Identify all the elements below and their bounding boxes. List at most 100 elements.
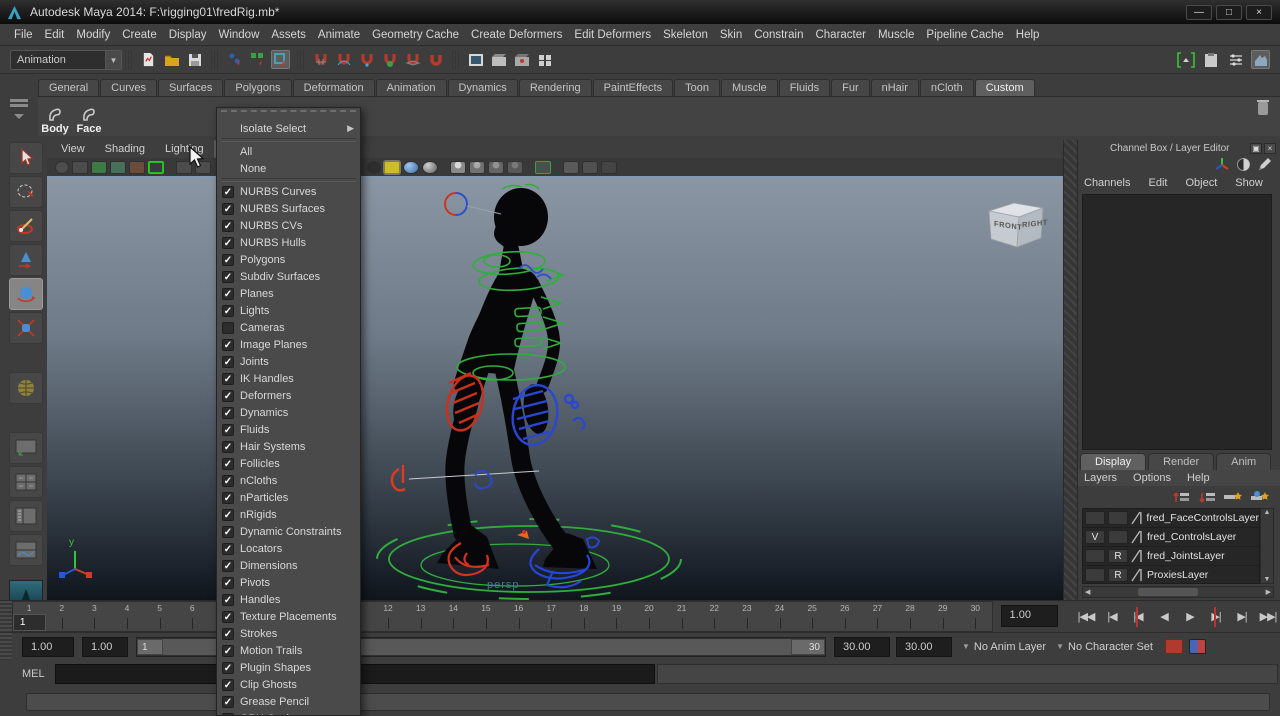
shelf-tab[interactable]: Dynamics — [448, 79, 518, 96]
checkbox-icon[interactable] — [222, 560, 234, 572]
checkbox-icon[interactable] — [222, 186, 234, 198]
use-all-lights-icon[interactable] — [450, 161, 466, 174]
menu-item[interactable]: Create — [116, 24, 163, 45]
checkbox-icon[interactable] — [222, 577, 234, 589]
layer-ramp-icon[interactable] — [1131, 511, 1144, 525]
range-grip[interactable] — [0, 633, 12, 660]
timeline-frame-cell[interactable]: 5 — [143, 602, 176, 631]
checkbox-icon[interactable] — [222, 509, 234, 521]
checkbox-icon[interactable] — [222, 288, 234, 300]
shelf-tab[interactable]: Fur — [831, 79, 870, 96]
select-object-icon[interactable] — [248, 50, 267, 69]
shelf-menu-toggle[interactable] — [6, 98, 32, 130]
status-separator[interactable] — [211, 50, 218, 70]
show-menu-item[interactable]: Motion Trails ▶ — [217, 642, 360, 659]
shelf-tab[interactable]: nHair — [871, 79, 919, 96]
render-current-frame-icon[interactable] — [489, 50, 508, 69]
checkbox-icon[interactable] — [222, 424, 234, 436]
layer-ramp-icon[interactable] — [1131, 530, 1144, 544]
create-empty-layer-icon[interactable] — [1224, 490, 1243, 505]
trash-icon[interactable] — [1256, 98, 1270, 121]
panel-resize-grip[interactable] — [1063, 140, 1078, 600]
scroll-up-icon[interactable]: ▲ — [1264, 509, 1271, 516]
layer-row[interactable]: R fred_JointsLayer — [1083, 547, 1259, 566]
render-settings-icon[interactable] — [535, 50, 554, 69]
modeling-toolkit-icon[interactable] — [1176, 50, 1195, 69]
image-plane-icon[interactable] — [110, 161, 126, 174]
checkbox-icon[interactable] — [222, 390, 234, 402]
show-menu-item[interactable]: NURBS Hulls ▶ — [217, 234, 360, 251]
timeline-frame-cell[interactable]: 3 — [78, 602, 111, 631]
snap-to-view-planes-icon[interactable] — [403, 50, 422, 69]
move-layer-down-icon[interactable] — [1198, 490, 1216, 505]
checkbox-icon[interactable] — [222, 356, 234, 368]
layer-editor-menu-item[interactable]: Options — [1133, 472, 1171, 484]
menu-item[interactable]: Geometry Cache — [366, 24, 465, 45]
snap-to-projected-center-icon[interactable] — [380, 50, 399, 69]
channel-box-menu-item[interactable]: Channels — [1084, 177, 1130, 189]
shelf-button[interactable]: Body — [38, 99, 72, 135]
layer-visibility-toggle[interactable] — [1085, 549, 1105, 563]
checkbox-icon[interactable] — [222, 611, 234, 623]
animation-start-field[interactable]: 1.00 — [22, 637, 74, 657]
channel-list-area[interactable] — [1082, 194, 1272, 450]
checkbox-icon[interactable] — [222, 237, 234, 249]
show-menu-item[interactable]: Dimensions ▶ — [217, 557, 360, 574]
timeline-frame-cell[interactable]: 21 — [665, 602, 698, 631]
layer-editor-menu-item[interactable]: Help — [1187, 472, 1210, 484]
channel-box-titlebar[interactable]: Channel Box / Layer Editor ▣ × — [1078, 140, 1280, 156]
show-menu-item[interactable]: Clip Ghosts ▶ — [217, 676, 360, 693]
isolate-select-icon[interactable] — [148, 161, 164, 174]
layer-mode-toggle[interactable]: R — [1108, 568, 1128, 582]
menu-item[interactable]: Create Deformers — [465, 24, 568, 45]
scroll-down-icon[interactable]: ▼ — [1264, 576, 1271, 583]
menu-item[interactable]: Edit Deformers — [568, 24, 657, 45]
two-d-pan-zoom-icon[interactable] — [129, 161, 145, 174]
layout-outliner-pane-button[interactable] — [9, 500, 43, 532]
menu-item[interactable]: Character — [809, 24, 872, 45]
rotate-tool-button[interactable] — [9, 278, 43, 310]
tool-settings-icon[interactable] — [1226, 50, 1245, 69]
status-separator[interactable] — [297, 50, 304, 70]
resolution-gate-icon[interactable] — [367, 161, 381, 174]
playback-button[interactable]: |◀◀ — [1074, 606, 1098, 628]
playback-end-field[interactable]: 30.00 — [834, 637, 890, 657]
channel-box-menu-item[interactable]: Show — [1235, 177, 1263, 189]
show-menu-item[interactable]: nParticles ▶ — [217, 489, 360, 506]
ipr-render-icon[interactable] — [512, 50, 531, 69]
layer-mode-toggle[interactable]: R — [1108, 549, 1128, 563]
snap-to-grids-icon[interactable] — [311, 50, 330, 69]
menu-item[interactable]: Edit — [39, 24, 71, 45]
select-hierarchy-icon[interactable] — [225, 50, 244, 69]
camera-attributes-icon[interactable] — [72, 161, 88, 174]
playback-button[interactable]: ▶▶| — [1256, 606, 1280, 628]
current-frame-indicator[interactable]: 1 — [13, 614, 46, 631]
show-menu-item[interactable]: nRigids ▶ — [217, 506, 360, 523]
shelf-tab[interactable]: Muscle — [721, 79, 778, 96]
checkbox-icon[interactable] — [222, 407, 234, 419]
shelf-tab[interactable]: Deformation — [293, 79, 375, 96]
checkbox-icon[interactable] — [222, 696, 234, 708]
scroll-right-icon[interactable]: ▶ — [1266, 588, 1271, 596]
playback-button[interactable]: ◀ — [1152, 606, 1176, 628]
animation-end-field[interactable]: 30.00 — [896, 637, 952, 657]
layer-row[interactable]: V fred_ControlsLayer — [1083, 528, 1259, 547]
smooth-shade-icon[interactable] — [403, 161, 419, 174]
show-menu-item[interactable]: Fluids ▶ — [217, 421, 360, 438]
timeline-frame-cell[interactable]: 29 — [926, 602, 959, 631]
attribute-editor-icon[interactable] — [1201, 50, 1220, 69]
timeline-frame-cell[interactable]: 13 — [404, 602, 437, 631]
show-menu-item[interactable]: Strokes ▶ — [217, 625, 360, 642]
scrollbar-thumb[interactable] — [1138, 588, 1198, 596]
layer-name[interactable]: fred_ControlsLayer — [1147, 531, 1236, 543]
checkbox-icon[interactable] — [222, 339, 234, 351]
timeline-frame-cell[interactable]: 14 — [437, 602, 470, 631]
timeline-frame-cell[interactable]: 22 — [698, 602, 731, 631]
shelf-tab[interactable]: Polygons — [224, 79, 291, 96]
paint-select-tool-button[interactable] — [9, 210, 43, 242]
checkbox-icon[interactable] — [222, 594, 234, 606]
checkbox-icon[interactable] — [222, 305, 234, 317]
timeline-frame-cell[interactable]: 16 — [502, 602, 535, 631]
show-menu-item[interactable]: None ▶ — [217, 160, 360, 177]
layer-name[interactable]: ProxiesLayer — [1147, 569, 1208, 581]
